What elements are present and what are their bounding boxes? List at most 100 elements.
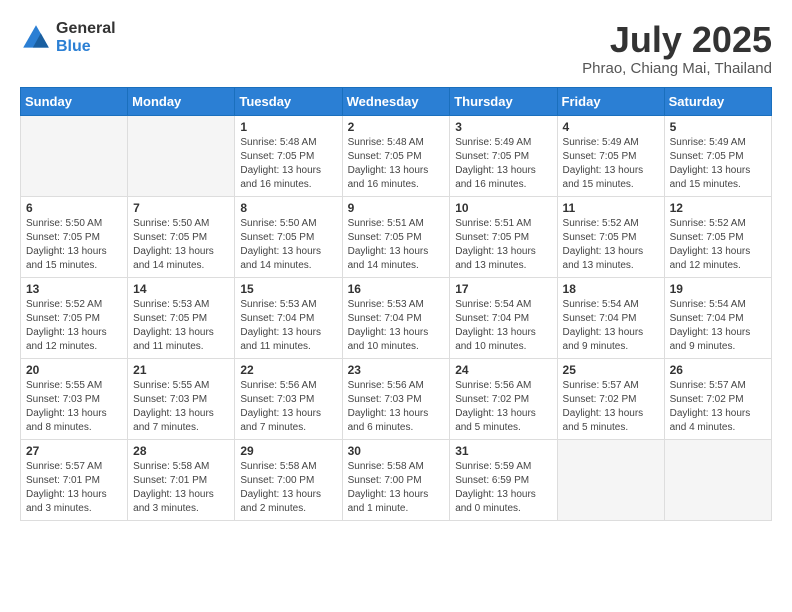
cell-info: Sunrise: 5:54 AM Sunset: 7:04 PM Dayligh… xyxy=(455,298,551,354)
calendar-cell: 26 Sunrise: 5:57 AM Sunset: 7:02 PM Dayli… xyxy=(664,358,771,439)
logo-text: General Blue xyxy=(56,20,116,56)
day-number: 12 xyxy=(670,201,766,215)
cell-info: Sunrise: 5:58 AM Sunset: 7:01 PM Dayligh… xyxy=(133,460,229,516)
calendar-week-row: 13 Sunrise: 5:52 AM Sunset: 7:05 PM Dayli… xyxy=(21,277,772,358)
cell-info: Sunrise: 5:51 AM Sunset: 7:05 PM Dayligh… xyxy=(348,217,445,273)
cell-info: Sunrise: 5:48 AM Sunset: 7:05 PM Dayligh… xyxy=(240,136,336,192)
calendar-cell: 11Sunrise: 5:52 AM Sunset: 7:05 PM Dayli… xyxy=(557,196,664,277)
day-number: 26 xyxy=(670,363,766,377)
calendar-cell: 5 Sunrise: 5:49 AM Sunset: 7:05 PM Daylig… xyxy=(664,115,771,196)
calendar-cell: 6 Sunrise: 5:50 AM Sunset: 7:05 PM Daylig… xyxy=(21,196,128,277)
day-number: 13 xyxy=(26,282,122,296)
calendar-cell xyxy=(557,439,664,520)
cell-info: Sunrise: 5:57 AM Sunset: 7:02 PM Dayligh… xyxy=(563,379,659,435)
cell-info: Sunrise: 5:51 AM Sunset: 7:05 PM Dayligh… xyxy=(455,217,551,273)
cell-info: Sunrise: 5:53 AM Sunset: 7:05 PM Dayligh… xyxy=(133,298,229,354)
cell-info: Sunrise: 5:50 AM Sunset: 7:05 PM Dayligh… xyxy=(26,217,122,273)
calendar-cell: 31 Sunrise: 5:59 AM Sunset: 6:59 PM Dayli… xyxy=(450,439,557,520)
day-number: 7 xyxy=(133,201,229,215)
cell-info: Sunrise: 5:55 AM Sunset: 7:03 PM Dayligh… xyxy=(26,379,122,435)
cell-info: Sunrise: 5:58 AM Sunset: 7:00 PM Dayligh… xyxy=(240,460,336,516)
calendar-cell xyxy=(664,439,771,520)
location: Phrao, Chiang Mai, Thailand xyxy=(582,60,772,77)
calendar-cell xyxy=(21,115,128,196)
logo: General Blue xyxy=(20,20,116,56)
calendar-header-row: SundayMondayTuesdayWednesdayThursdayFrid… xyxy=(21,87,772,115)
day-number: 18 xyxy=(563,282,659,296)
calendar-cell: 14 Sunrise: 5:53 AM Sunset: 7:05 PM Dayli… xyxy=(128,277,235,358)
day-number: 17 xyxy=(455,282,551,296)
calendar-cell: 30 Sunrise: 5:58 AM Sunset: 7:00 PM Dayli… xyxy=(342,439,450,520)
day-number: 22 xyxy=(240,363,336,377)
calendar-week-row: 1 Sunrise: 5:48 AM Sunset: 7:05 PM Daylig… xyxy=(21,115,772,196)
cell-info: Sunrise: 5:58 AM Sunset: 7:00 PM Dayligh… xyxy=(348,460,445,516)
cell-info: Sunrise: 5:57 AM Sunset: 7:02 PM Dayligh… xyxy=(670,379,766,435)
day-number: 24 xyxy=(455,363,551,377)
calendar-cell: 22 Sunrise: 5:56 AM Sunset: 7:03 PM Dayli… xyxy=(235,358,342,439)
cell-info: Sunrise: 5:53 AM Sunset: 7:04 PM Dayligh… xyxy=(348,298,445,354)
day-number: 23 xyxy=(348,363,445,377)
day-number: 3 xyxy=(455,120,551,134)
day-number: 14 xyxy=(133,282,229,296)
calendar-cell: 16 Sunrise: 5:53 AM Sunset: 7:04 PM Dayli… xyxy=(342,277,450,358)
calendar-day-header: Friday xyxy=(557,87,664,115)
calendar-cell: 28Sunrise: 5:58 AM Sunset: 7:01 PM Dayli… xyxy=(128,439,235,520)
calendar-week-row: 27 Sunrise: 5:57 AM Sunset: 7:01 PM Dayli… xyxy=(21,439,772,520)
calendar-table: SundayMondayTuesdayWednesdayThursdayFrid… xyxy=(20,87,772,521)
day-number: 8 xyxy=(240,201,336,215)
calendar-cell: 21 Sunrise: 5:55 AM Sunset: 7:03 PM Dayli… xyxy=(128,358,235,439)
calendar-cell xyxy=(128,115,235,196)
calendar-cell: 9 Sunrise: 5:51 AM Sunset: 7:05 PM Daylig… xyxy=(342,196,450,277)
day-number: 9 xyxy=(348,201,445,215)
day-number: 27 xyxy=(26,444,122,458)
calendar-cell: 13 Sunrise: 5:52 AM Sunset: 7:05 PM Dayli… xyxy=(21,277,128,358)
calendar-week-row: 20 Sunrise: 5:55 AM Sunset: 7:03 PM Dayli… xyxy=(21,358,772,439)
logo-icon xyxy=(20,22,52,54)
calendar-cell: 10 Sunrise: 5:51 AM Sunset: 7:05 PM Dayli… xyxy=(450,196,557,277)
cell-info: Sunrise: 5:50 AM Sunset: 7:05 PM Dayligh… xyxy=(240,217,336,273)
cell-info: Sunrise: 5:59 AM Sunset: 6:59 PM Dayligh… xyxy=(455,460,551,516)
cell-info: Sunrise: 5:49 AM Sunset: 7:05 PM Dayligh… xyxy=(670,136,766,192)
day-number: 19 xyxy=(670,282,766,296)
day-number: 21 xyxy=(133,363,229,377)
day-number: 31 xyxy=(455,444,551,458)
calendar-day-header: Tuesday xyxy=(235,87,342,115)
cell-info: Sunrise: 5:56 AM Sunset: 7:03 PM Dayligh… xyxy=(240,379,336,435)
cell-info: Sunrise: 5:57 AM Sunset: 7:01 PM Dayligh… xyxy=(26,460,122,516)
cell-info: Sunrise: 5:50 AM Sunset: 7:05 PM Dayligh… xyxy=(133,217,229,273)
cell-info: Sunrise: 5:55 AM Sunset: 7:03 PM Dayligh… xyxy=(133,379,229,435)
calendar-cell: 8 Sunrise: 5:50 AM Sunset: 7:05 PM Daylig… xyxy=(235,196,342,277)
day-number: 6 xyxy=(26,201,122,215)
day-number: 10 xyxy=(455,201,551,215)
calendar-week-row: 6 Sunrise: 5:50 AM Sunset: 7:05 PM Daylig… xyxy=(21,196,772,277)
calendar-cell: 17 Sunrise: 5:54 AM Sunset: 7:04 PM Dayli… xyxy=(450,277,557,358)
day-number: 5 xyxy=(670,120,766,134)
day-number: 1 xyxy=(240,120,336,134)
calendar-cell: 15Sunrise: 5:53 AM Sunset: 7:04 PM Dayli… xyxy=(235,277,342,358)
calendar-cell: 25 Sunrise: 5:57 AM Sunset: 7:02 PM Dayli… xyxy=(557,358,664,439)
day-number: 30 xyxy=(348,444,445,458)
cell-info: Sunrise: 5:52 AM Sunset: 7:05 PM Dayligh… xyxy=(563,217,659,273)
title-block: July 2025 Phrao, Chiang Mai, Thailand xyxy=(582,20,772,77)
day-number: 20 xyxy=(26,363,122,377)
day-number: 16 xyxy=(348,282,445,296)
calendar-cell: 23 Sunrise: 5:56 AM Sunset: 7:03 PM Dayli… xyxy=(342,358,450,439)
calendar-cell: 27 Sunrise: 5:57 AM Sunset: 7:01 PM Dayli… xyxy=(21,439,128,520)
calendar-cell: 18Sunrise: 5:54 AM Sunset: 7:04 PM Dayli… xyxy=(557,277,664,358)
calendar-cell: 19 Sunrise: 5:54 AM Sunset: 7:04 PM Dayli… xyxy=(664,277,771,358)
day-number: 29 xyxy=(240,444,336,458)
month-title: July 2025 xyxy=(582,20,772,60)
cell-info: Sunrise: 5:49 AM Sunset: 7:05 PM Dayligh… xyxy=(455,136,551,192)
cell-info: Sunrise: 5:52 AM Sunset: 7:05 PM Dayligh… xyxy=(26,298,122,354)
calendar-cell: 1 Sunrise: 5:48 AM Sunset: 7:05 PM Daylig… xyxy=(235,115,342,196)
cell-info: Sunrise: 5:54 AM Sunset: 7:04 PM Dayligh… xyxy=(670,298,766,354)
calendar-cell: 29 Sunrise: 5:58 AM Sunset: 7:00 PM Dayli… xyxy=(235,439,342,520)
cell-info: Sunrise: 5:56 AM Sunset: 7:02 PM Dayligh… xyxy=(455,379,551,435)
calendar-cell: 4Sunrise: 5:49 AM Sunset: 7:05 PM Daylig… xyxy=(557,115,664,196)
cell-info: Sunrise: 5:56 AM Sunset: 7:03 PM Dayligh… xyxy=(348,379,445,435)
day-number: 25 xyxy=(563,363,659,377)
calendar-day-header: Wednesday xyxy=(342,87,450,115)
day-number: 4 xyxy=(563,120,659,134)
day-number: 2 xyxy=(348,120,445,134)
calendar-cell: 12Sunrise: 5:52 AM Sunset: 7:05 PM Dayli… xyxy=(664,196,771,277)
